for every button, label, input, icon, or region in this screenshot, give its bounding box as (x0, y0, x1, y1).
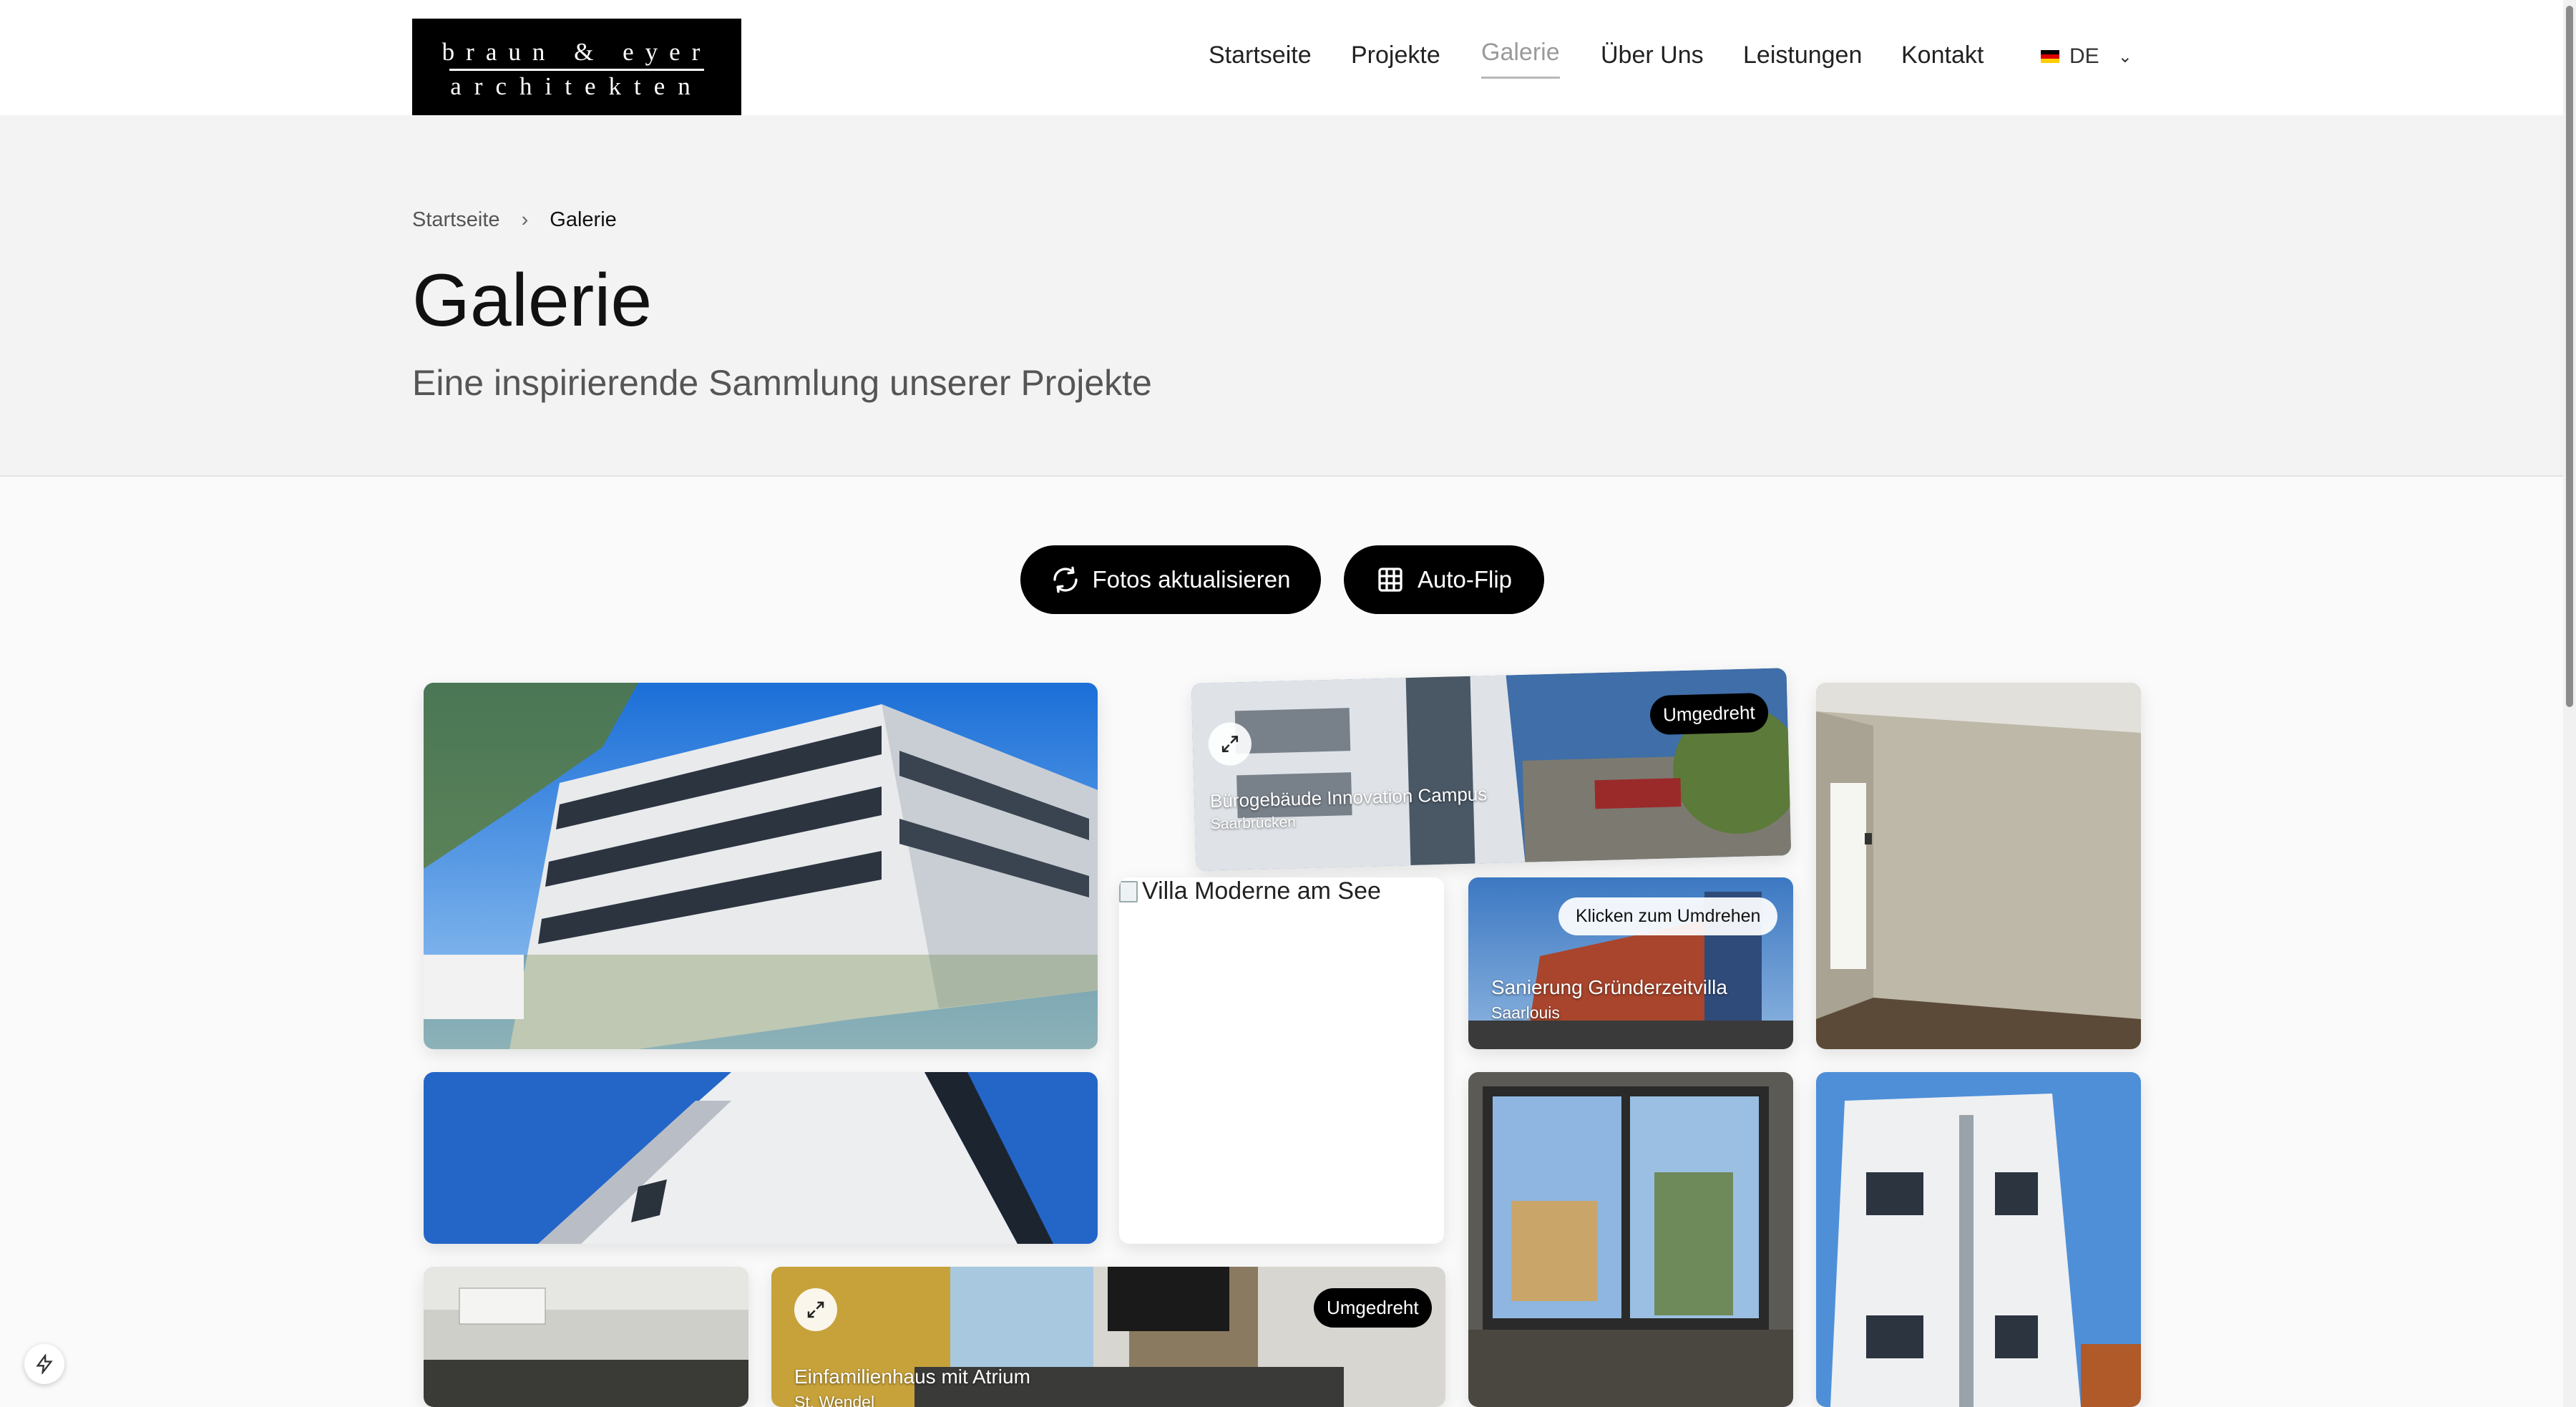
page-title: Galerie (412, 259, 653, 342)
grid-icon (1378, 568, 1402, 592)
page-scrollbar[interactable] (2563, 0, 2576, 1407)
card-location-einfamilienhaus: St. Wendel (794, 1393, 875, 1407)
card-location-sanierung: Saarlouis (1491, 1003, 1560, 1022)
language-code: DE (2069, 44, 2099, 68)
breadcrumb-current: Galerie (550, 208, 617, 231)
status-badge-umgedreht: Umgedreht (1649, 692, 1769, 736)
german-flag-icon (2041, 50, 2059, 63)
facade-photo (424, 1072, 1098, 1244)
status-badge-umgedreht: Umgedreht (1314, 1288, 1432, 1328)
expand-icon (807, 1301, 824, 1318)
chevron-right-icon: › (521, 208, 529, 231)
gallery-photo-building-2[interactable] (424, 1072, 1098, 1244)
building-photo (424, 683, 1098, 1049)
window-photo (1468, 1072, 1793, 1407)
lightning-icon (36, 1354, 53, 1374)
gallery-card-villa[interactable]: Villa Moderne am See (1119, 877, 1444, 1244)
tall-building-photo (1816, 1072, 2141, 1407)
chevron-down-icon: ⌄ (2117, 47, 2132, 67)
scrollbar-thumb[interactable] (2566, 6, 2573, 707)
language-selector[interactable]: DE ⌄ (2041, 44, 2132, 69)
gallery-card-sanierung[interactable]: Klicken zum Umdrehen Sanierung Gründerze… (1468, 877, 1793, 1049)
gallery-photo-building-1[interactable] (424, 683, 1098, 1049)
nav-galerie[interactable]: Galerie (1481, 39, 1560, 79)
page-subtitle: Eine inspirierende Sammlung unserer Proj… (412, 363, 1152, 403)
breadcrumb-home[interactable]: Startseite (412, 208, 500, 231)
site-header: braun & eyer architekten Startseite Proj… (0, 0, 2576, 130)
devtools-button[interactable] (24, 1344, 64, 1384)
card-title-einfamilienhaus: Einfamilienhaus mit Atrium (794, 1365, 1030, 1388)
gallery-card-einfamilienhaus[interactable]: Umgedreht Einfamilienhaus mit Atrium St.… (771, 1267, 1445, 1407)
ceiling-photo (424, 1267, 748, 1407)
nav-projekte[interactable]: Projekte (1351, 42, 1440, 69)
refresh-photos-button[interactable]: Fotos aktualisieren (1020, 545, 1321, 614)
nav-startseite[interactable]: Startseite (1209, 42, 1312, 69)
page-hero: Startseite › Galerie Galerie Eine inspir… (0, 115, 2563, 477)
logo-divider (449, 69, 704, 71)
gallery-photo-window[interactable] (1468, 1072, 1793, 1407)
card-title-sanierung: Sanierung Gründerzeitvilla (1491, 976, 1727, 998)
image-alt-text: Villa Moderne am See (1142, 877, 1381, 905)
gallery-photo-building-3[interactable] (1816, 1072, 2141, 1407)
card-location-campus: Saarbrücken (1210, 814, 1297, 833)
gallery-photo-ceiling[interactable] (424, 1267, 748, 1407)
gallery-photo-interior-corner[interactable] (1816, 683, 2141, 1049)
nav-leistungen[interactable]: Leistungen (1743, 42, 1862, 69)
interior-photo (1816, 683, 2141, 1049)
broken-image-icon (1119, 880, 1138, 902)
auto-flip-button[interactable]: Auto-Flip (1344, 545, 1544, 614)
breadcrumb: Startseite › Galerie (412, 208, 617, 232)
nav-ueber-uns[interactable]: Über Uns (1601, 42, 1704, 69)
company-logo[interactable]: braun & eyer architekten (412, 19, 741, 130)
expand-button[interactable] (794, 1288, 837, 1331)
expand-icon (1221, 736, 1239, 753)
refresh-icon (1053, 566, 1078, 593)
gallery-card-campus[interactable]: Umgedreht Bürogebäude Innovation Campus … (1191, 668, 1792, 871)
nav-kontakt[interactable]: Kontakt (1901, 42, 1984, 69)
flip-hint: Klicken zum Umdrehen (1558, 897, 1778, 935)
